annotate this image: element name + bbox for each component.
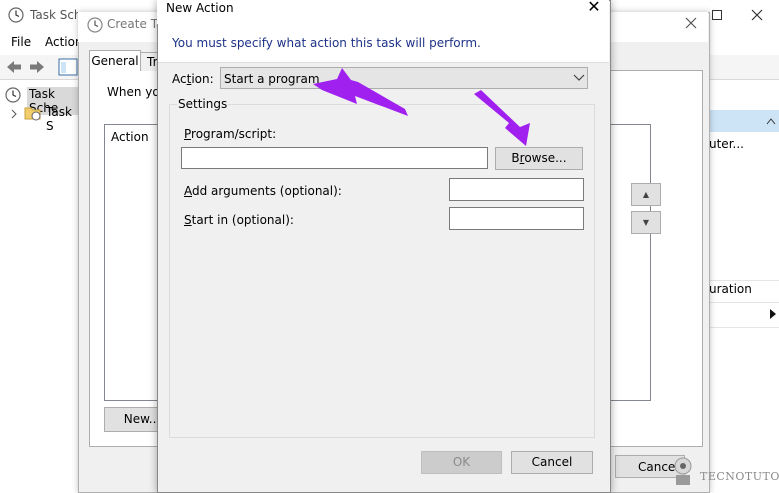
chevron-down-icon[interactable]	[573, 74, 585, 82]
watermark-logo-icon	[674, 457, 692, 485]
arguments-input[interactable]	[449, 178, 584, 201]
maximize-icon[interactable]	[712, 10, 722, 20]
actions-pane-row	[708, 302, 779, 325]
action-dropdown-value: Start a program	[224, 72, 320, 86]
instruction-text: You must specify what action this task w…	[172, 36, 481, 50]
chevron-up-icon[interactable]	[766, 117, 776, 125]
program-label: Program/script:	[184, 127, 277, 141]
tree-child-label[interactable]: Task S	[46, 105, 80, 133]
clock-icon	[5, 87, 21, 103]
clock-icon	[87, 17, 103, 33]
back-arrow-icon[interactable]	[5, 59, 23, 75]
close-icon[interactable]	[751, 9, 763, 21]
actions-pane-item[interactable]: uter...	[709, 137, 744, 151]
close-icon[interactable]	[685, 17, 697, 29]
close-icon[interactable]: ✕	[583, 0, 605, 18]
triangle-right-icon[interactable]	[769, 309, 777, 319]
program-script-input[interactable]	[181, 147, 488, 169]
actions-pane-row	[708, 327, 779, 350]
move-up-button[interactable]: ▲	[631, 183, 661, 206]
start-in-input[interactable]	[449, 207, 584, 230]
navigation-tree: Task Sche Task S	[0, 80, 81, 491]
arguments-label: Add arguments (optional):	[184, 184, 342, 198]
watermark-text: TECNOTUTO	[700, 470, 779, 483]
triangle-up-icon: ▲	[642, 190, 650, 199]
chevron-right-icon[interactable]	[10, 109, 18, 119]
settings-label: Settings	[177, 97, 229, 111]
dialog-title: New Action	[166, 1, 234, 15]
triangle-down-icon: ▼	[642, 218, 650, 227]
cancel-button[interactable]: Cancel	[511, 451, 593, 474]
folder-clock-icon	[24, 107, 41, 121]
menu-action[interactable]: Action	[45, 35, 83, 49]
menu-file[interactable]: File	[11, 35, 31, 49]
browse-button[interactable]: Browse...	[495, 147, 583, 170]
start-in-label: Start in (optional):	[184, 213, 294, 227]
move-down-button[interactable]: ▼	[631, 211, 661, 234]
action-column-header[interactable]: Action	[111, 130, 149, 144]
clock-icon	[8, 7, 24, 23]
ok-button[interactable]: OK	[421, 451, 502, 474]
forward-arrow-icon[interactable]	[28, 59, 46, 75]
action-label: Action:	[172, 72, 214, 86]
tab-general[interactable]: General	[89, 50, 141, 71]
actions-pane-item[interactable]: uration	[709, 282, 752, 296]
console-icon[interactable]	[58, 58, 78, 76]
actions-pane-header	[708, 110, 779, 132]
